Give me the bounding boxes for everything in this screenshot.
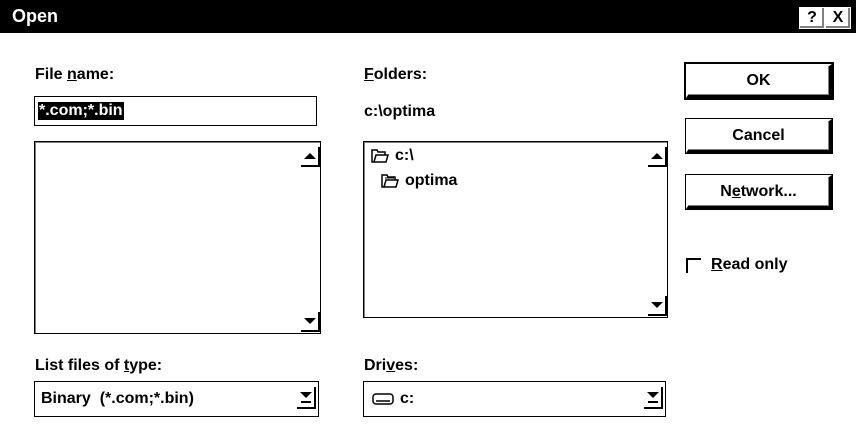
chevron-down-icon <box>646 391 659 398</box>
folder-item-optima[interactable]: optima <box>381 172 457 190</box>
arrow-down-icon <box>303 318 316 324</box>
read-only-label: Read only <box>711 256 788 273</box>
open-folder-icon <box>381 174 399 188</box>
open-folder-icon <box>371 149 389 163</box>
current-path: c:\optima <box>364 103 436 120</box>
drives-dropdown-button[interactable] <box>644 387 663 409</box>
ok-button[interactable]: OK <box>686 64 832 98</box>
folder-list-scroll-down[interactable] <box>648 296 667 316</box>
file-list-scroll-down[interactable] <box>301 312 320 332</box>
drives-select[interactable]: c: <box>363 381 666 417</box>
network-button[interactable]: Ne twork... <box>686 175 832 209</box>
file-type-select[interactable]: Binary (*.com;*.bin) <box>34 381 319 417</box>
arrow-down-icon <box>650 302 663 308</box>
help-button[interactable]: ? <box>799 7 825 29</box>
folder-name: optima <box>405 172 458 189</box>
arrow-up-icon <box>303 153 316 159</box>
dropdown-underline <box>647 400 658 403</box>
file-name-input[interactable]: *.com;*.bin <box>34 96 317 126</box>
folder-list-scroll-up[interactable] <box>648 147 667 167</box>
folder-item-root[interactable]: c:\ <box>371 147 414 165</box>
window-title: Open <box>12 6 59 26</box>
file-type-label: List files of type: <box>35 357 163 374</box>
file-list-scroll-up[interactable] <box>301 147 320 167</box>
title-bar[interactable]: Open ? X <box>0 0 856 33</box>
file-list[interactable] <box>34 141 321 334</box>
folders-label: Folders: <box>364 66 428 83</box>
cancel-button[interactable]: Cancel <box>686 119 832 153</box>
drive-icon <box>372 393 394 405</box>
folder-list[interactable]: c:\ optima <box>363 141 668 318</box>
drive-value: c: <box>400 390 415 407</box>
folder-name: c:\ <box>395 147 414 164</box>
file-name-value: *.com;*.bin <box>38 102 124 120</box>
read-only-option[interactable]: Read only <box>686 256 787 274</box>
file-type-value: Binary (*.com;*.bin) <box>41 390 194 407</box>
file-name-label: File name: <box>35 66 115 83</box>
drives-label: Drives: <box>364 357 419 374</box>
file-type-dropdown-button[interactable] <box>297 387 316 409</box>
arrow-up-icon <box>650 153 663 159</box>
close-button[interactable]: X <box>825 7 851 29</box>
chevron-down-icon <box>299 391 312 398</box>
read-only-checkbox[interactable] <box>686 257 701 273</box>
dropdown-underline <box>300 400 311 403</box>
